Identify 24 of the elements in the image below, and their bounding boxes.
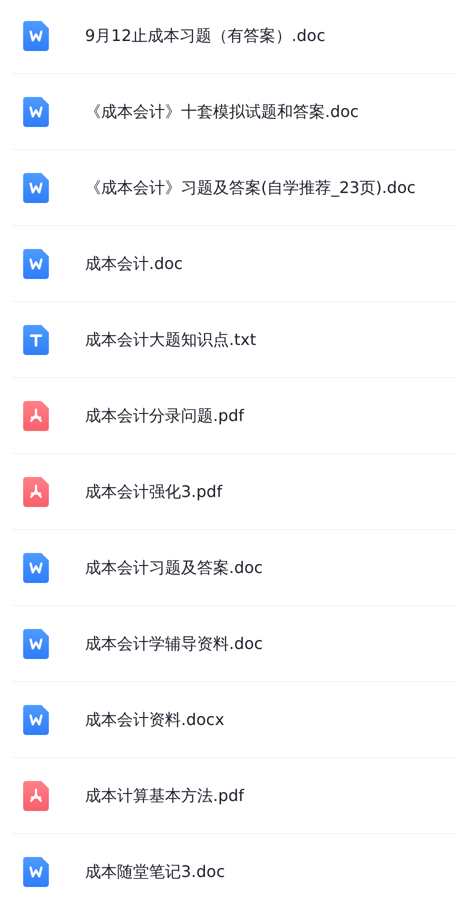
word-file-icon [23,96,49,126]
word-file-icon [23,552,49,582]
file-name[interactable]: 成本会计.doc [85,252,183,276]
file-name[interactable]: 成本会计强化3.pdf [85,480,222,504]
file-name[interactable]: 《成本会计》习题及答案(自学推荐_23页).doc [85,176,416,200]
word-file-icon [23,704,49,734]
word-file-icon [23,856,49,886]
word-file-icon [23,248,49,278]
file-name[interactable]: 9月12止成本习题（有答案）.doc [85,24,326,48]
file-name[interactable]: 《成本会计》十套模拟试题和答案.doc [85,100,359,124]
file-name[interactable]: 成本会计分录问题.pdf [85,404,244,428]
file-name[interactable]: 成本会计资料.docx [85,708,224,732]
file-name[interactable]: 成本会计习题及答案.doc [85,556,263,580]
word-file-icon [23,20,49,50]
word-file-icon [23,172,49,202]
file-name[interactable]: 成本计算基本方法.pdf [85,784,244,808]
word-file-icon [23,628,49,658]
pdf-file-icon [23,780,49,810]
file-name[interactable]: 成本会计大题知识点.txt [85,328,256,352]
pdf-file-icon [23,476,49,506]
pdf-file-icon [23,400,49,430]
file-name[interactable]: 成本会计学辅导资料.doc [85,632,263,656]
text-file-icon [23,324,49,354]
file-name[interactable]: 成本随堂笔记3.doc [85,860,226,884]
